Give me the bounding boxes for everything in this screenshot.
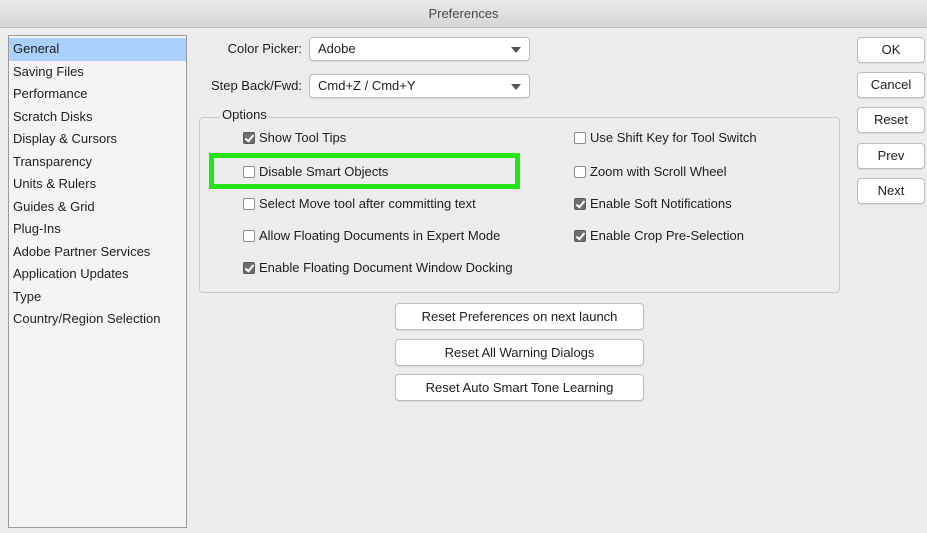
checkbox-unchecked-icon[interactable] xyxy=(574,166,586,178)
next-button[interactable]: Next xyxy=(857,178,925,204)
sidebar-item-country-region[interactable]: Country/Region Selection xyxy=(9,308,186,331)
sidebar-item-performance[interactable]: Performance xyxy=(9,83,186,106)
checkbox-checked-icon[interactable] xyxy=(243,262,255,274)
checkbox-unchecked-icon[interactable] xyxy=(243,230,255,242)
checkbox-crop-pre-selection[interactable]: Enable Crop Pre-Selection xyxy=(574,227,744,245)
window-title: Preferences xyxy=(0,0,927,28)
sidebar-item-type[interactable]: Type xyxy=(9,286,186,309)
checkbox-label: Show Tool Tips xyxy=(259,130,347,145)
checkbox-checked-icon[interactable] xyxy=(243,132,255,144)
step-back-select[interactable]: Cmd+Z / Cmd+Y xyxy=(309,74,530,98)
chevron-down-icon xyxy=(511,84,521,90)
highlight-box xyxy=(209,153,520,189)
options-legend: Options xyxy=(220,107,269,122)
checkbox-label: Enable Floating Document Window Docking xyxy=(259,260,513,275)
sidebar-item-scratch-disks[interactable]: Scratch Disks xyxy=(9,106,186,129)
reset-warning-dialogs-button[interactable]: Reset All Warning Dialogs xyxy=(395,339,644,366)
sidebar-item-plug-ins[interactable]: Plug-Ins xyxy=(9,218,186,241)
reset-smart-tone-button[interactable]: Reset Auto Smart Tone Learning xyxy=(395,374,644,401)
color-picker-value: Adobe xyxy=(318,41,356,56)
checkbox-soft-notifications[interactable]: Enable Soft Notifications xyxy=(574,195,732,213)
checkbox-label: Enable Crop Pre-Selection xyxy=(590,228,744,243)
prev-button[interactable]: Prev xyxy=(857,143,925,169)
checkbox-enable-floating-docking[interactable]: Enable Floating Document Window Docking xyxy=(243,259,513,277)
checkbox-checked-icon[interactable] xyxy=(574,198,586,210)
reset-button[interactable]: Reset xyxy=(857,107,925,133)
checkbox-label: Select Move tool after committing text xyxy=(259,196,476,211)
preferences-sidebar: General Saving Files Performance Scratch… xyxy=(8,35,187,528)
sidebar-item-units-rulers[interactable]: Units & Rulers xyxy=(9,173,186,196)
color-picker-label: Color Picker: xyxy=(227,41,302,56)
checkbox-shift-key-tool-switch[interactable]: Use Shift Key for Tool Switch xyxy=(574,129,757,147)
sidebar-item-application-updates[interactable]: Application Updates xyxy=(9,263,186,286)
reset-preferences-button[interactable]: Reset Preferences on next launch xyxy=(395,303,644,330)
checkbox-unchecked-icon[interactable] xyxy=(574,132,586,144)
checkbox-unchecked-icon[interactable] xyxy=(243,198,255,210)
checkbox-zoom-scroll-wheel[interactable]: Zoom with Scroll Wheel xyxy=(574,163,727,181)
checkbox-label: Allow Floating Documents in Expert Mode xyxy=(259,228,501,243)
sidebar-item-saving-files[interactable]: Saving Files xyxy=(9,61,186,84)
sidebar-item-transparency[interactable]: Transparency xyxy=(9,151,186,174)
checkbox-checked-icon[interactable] xyxy=(574,230,586,242)
ok-button[interactable]: OK xyxy=(857,37,925,63)
step-back-label: Step Back/Fwd: xyxy=(210,78,302,93)
checkbox-select-move-tool[interactable]: Select Move tool after committing text xyxy=(243,195,476,213)
chevron-down-icon xyxy=(511,47,521,53)
sidebar-item-general[interactable]: General xyxy=(9,38,186,61)
sidebar-item-display-cursors[interactable]: Display & Cursors xyxy=(9,128,186,151)
sidebar-item-adobe-partner-services[interactable]: Adobe Partner Services xyxy=(9,241,186,264)
checkbox-label: Use Shift Key for Tool Switch xyxy=(590,130,757,145)
step-back-value: Cmd+Z / Cmd+Y xyxy=(318,78,416,93)
checkbox-allow-floating-documents[interactable]: Allow Floating Documents in Expert Mode xyxy=(243,227,500,245)
color-picker-select[interactable]: Adobe xyxy=(309,37,530,61)
checkbox-label: Enable Soft Notifications xyxy=(590,196,732,211)
checkbox-label: Zoom with Scroll Wheel xyxy=(590,164,727,179)
sidebar-item-guides-grid[interactable]: Guides & Grid xyxy=(9,196,186,219)
cancel-button[interactable]: Cancel xyxy=(857,72,925,98)
checkbox-show-tool-tips[interactable]: Show Tool Tips xyxy=(243,129,346,147)
